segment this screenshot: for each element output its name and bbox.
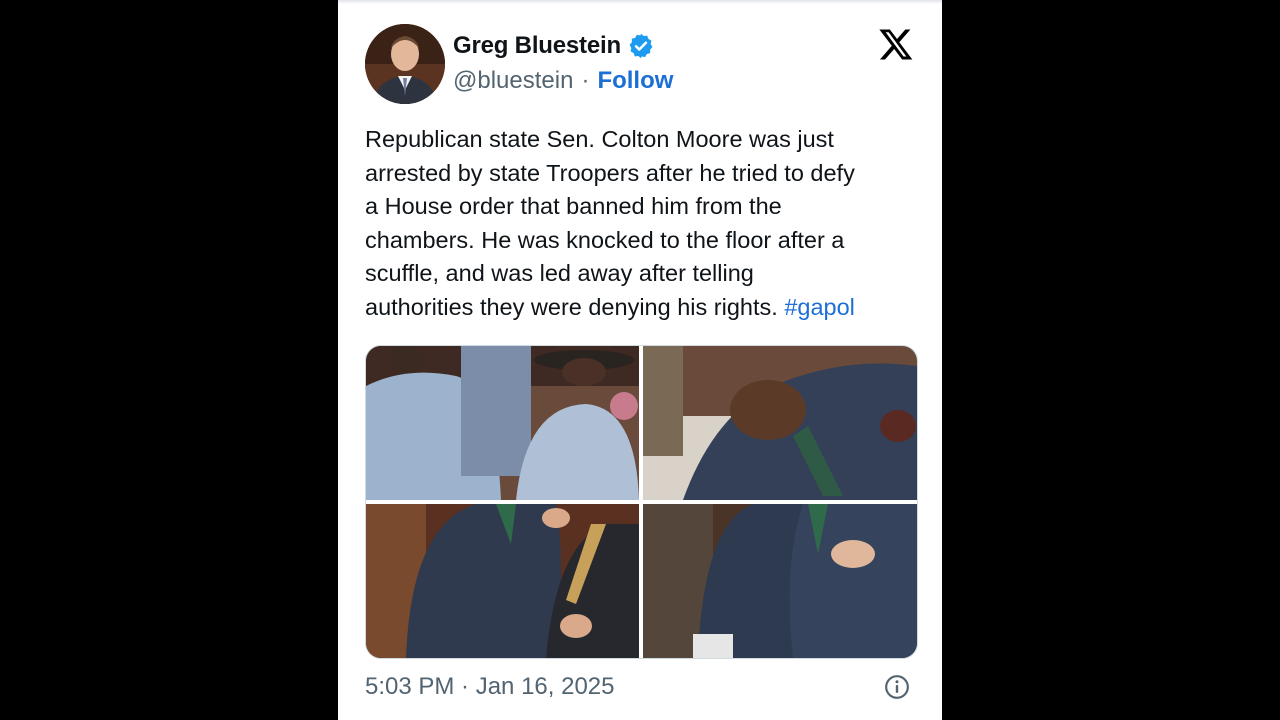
tweet-body: Republican state Sen. Colton Moore was j… bbox=[365, 126, 855, 320]
x-logo-icon[interactable] bbox=[878, 26, 914, 62]
info-icon[interactable] bbox=[884, 674, 910, 700]
separator-dot: · bbox=[581, 67, 590, 94]
avatar-photo bbox=[365, 24, 445, 104]
media-grid bbox=[365, 345, 918, 659]
tweet-text: Republican state Sen. Colton Moore was j… bbox=[365, 123, 925, 325]
hashtag-link[interactable]: #gapol bbox=[784, 294, 855, 320]
follow-button[interactable]: Follow bbox=[597, 67, 673, 95]
photo-knocked-down[interactable] bbox=[643, 346, 917, 500]
author-handle-row: @bluestein · Follow bbox=[453, 66, 673, 96]
avatar[interactable] bbox=[365, 24, 445, 104]
author-name-row: Greg Bluestein bbox=[453, 30, 655, 62]
photo-scuffle[interactable] bbox=[643, 504, 917, 658]
card-top-edge bbox=[338, 0, 942, 4]
tweet-timestamp-row: 5:03 PM · Jan 16, 2025 bbox=[365, 670, 615, 704]
photo-troopers[interactable] bbox=[366, 346, 639, 500]
tweet-card: Greg Bluestein @bluestein · Follow Repub… bbox=[338, 0, 942, 720]
author-display-name[interactable]: Greg Bluestein bbox=[453, 32, 621, 60]
author-handle[interactable]: @bluestein bbox=[453, 67, 573, 95]
photo-led-away[interactable] bbox=[366, 504, 639, 658]
verified-badge-icon bbox=[627, 32, 655, 60]
tweet-timestamp[interactable]: 5:03 PM · Jan 16, 2025 bbox=[365, 673, 615, 701]
